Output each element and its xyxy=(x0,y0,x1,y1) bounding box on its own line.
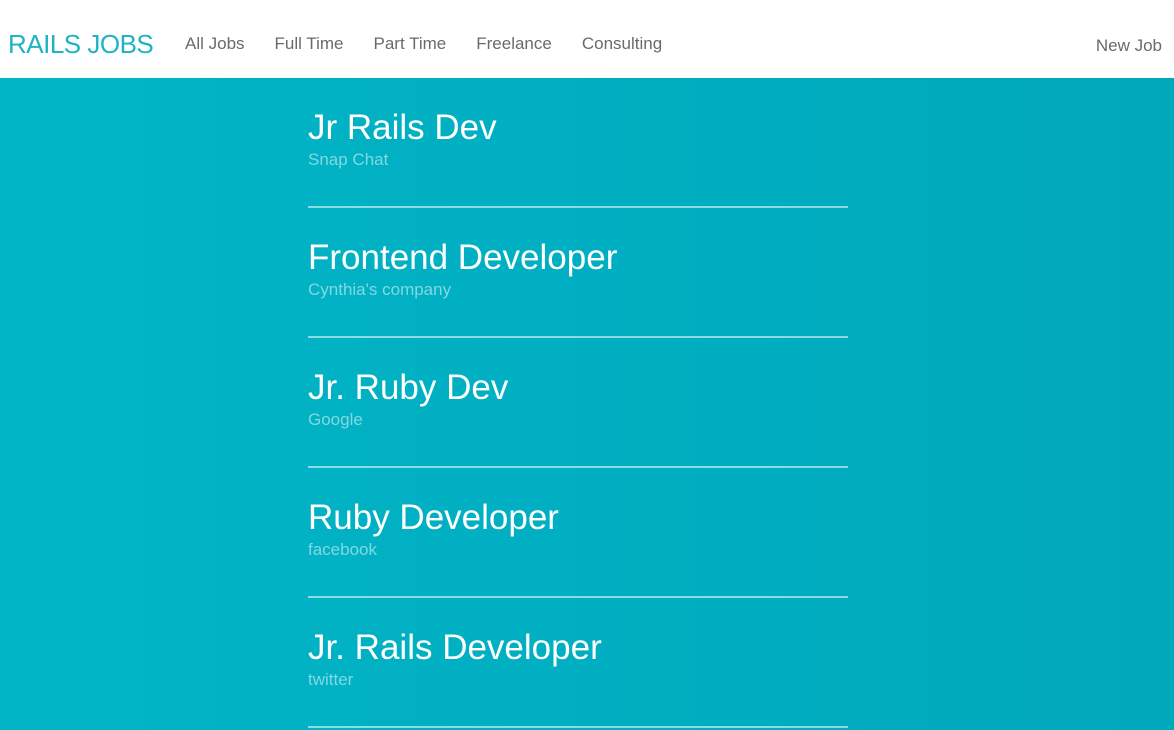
nav-links: All Jobs Full Time Part Time Freelance C… xyxy=(185,34,692,54)
job-item: Jr Rails Dev Snap Chat xyxy=(308,78,848,208)
nav-link-full-time[interactable]: Full Time xyxy=(275,34,344,54)
job-title-link[interactable]: Jr. Rails Developer xyxy=(308,628,602,668)
brand-logo-link[interactable]: RAILS JOBS xyxy=(8,28,154,60)
job-item: Jr. Ruby Dev Google xyxy=(308,338,848,468)
job-company: Cynthia's company xyxy=(308,280,452,299)
navbar: RAILS JOBS All Jobs Full Time Part Time … xyxy=(0,0,1174,78)
nav-link-freelance[interactable]: Freelance xyxy=(476,34,552,54)
nav-link-consulting[interactable]: Consulting xyxy=(582,34,662,54)
job-list: Jr Rails Dev Snap Chat Frontend Develope… xyxy=(308,78,848,728)
job-title-link[interactable]: Jr Rails Dev xyxy=(308,108,497,148)
job-item: Ruby Developer facebook xyxy=(308,468,848,598)
job-title-link[interactable]: Frontend Developer xyxy=(308,238,617,278)
job-company: Snap Chat xyxy=(308,150,389,169)
job-title-link[interactable]: Ruby Developer xyxy=(308,498,559,538)
nav-link-part-time[interactable]: Part Time xyxy=(374,34,447,54)
job-title-link[interactable]: Jr. Ruby Dev xyxy=(308,368,508,408)
job-company: facebook xyxy=(308,540,377,559)
nav-link-all-jobs[interactable]: All Jobs xyxy=(185,34,245,54)
new-job-link[interactable]: New Job xyxy=(1096,36,1162,56)
job-listing-area: Jr Rails Dev Snap Chat Frontend Develope… xyxy=(0,78,1174,730)
job-company: Google xyxy=(308,410,363,429)
job-item: Frontend Developer Cynthia's company xyxy=(308,208,848,338)
job-item: Jr. Rails Developer twitter xyxy=(308,598,848,728)
job-company: twitter xyxy=(308,670,354,689)
